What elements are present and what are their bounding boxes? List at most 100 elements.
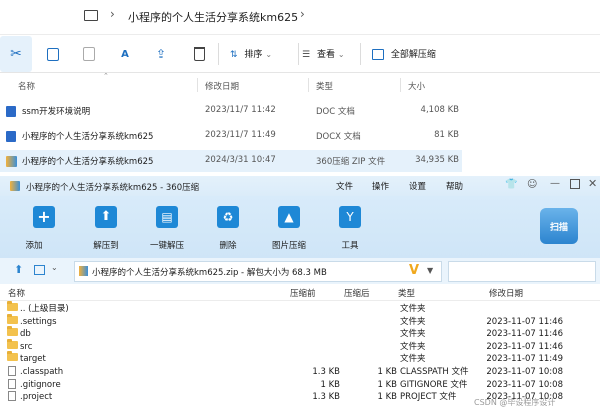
zip-column-type[interactable]: 类型 xyxy=(398,287,415,299)
zip-cell-type: 文件夹 xyxy=(400,329,426,340)
feedback-icon[interactable]: ☺ xyxy=(527,179,537,190)
image-compress-button[interactable]: ▲ 图片压缩 xyxy=(261,202,317,252)
zip-cell-name: db xyxy=(20,329,31,340)
zip-archive-icon xyxy=(6,156,17,167)
zip-list-row[interactable]: src 文件夹 2023-11-07 11:46 xyxy=(0,338,600,354)
tools-button[interactable]: Y 工具 xyxy=(322,202,378,252)
tools-icon: Y xyxy=(339,206,361,228)
view-button[interactable]: ☰ 查看 ⌄ xyxy=(302,47,345,60)
column-header-name[interactable]: 名称 xyxy=(18,80,35,92)
file-row[interactable]: 小程序的个人生活分享系统km625 2023/11/7 11:49 DOCX 文… xyxy=(0,125,462,147)
zip-cell-after: 1 KB xyxy=(377,392,397,403)
zip-window-title: 小程序的个人生活分享系统km625 - 360压缩 xyxy=(26,183,200,193)
view-mode-icon[interactable] xyxy=(34,265,45,275)
menu-settings[interactable]: 设置 xyxy=(409,180,426,192)
zip-list-row[interactable]: .. (上级目录) 文件夹 xyxy=(0,301,600,316)
column-divider[interactable] xyxy=(400,78,401,92)
file-icon xyxy=(8,378,16,389)
archive-path-field[interactable]: 小程序的个人生活分享系统km625.zip - 解包大小为 68.3 MB V … xyxy=(74,261,442,282)
file-name: 小程序的个人生活分享系统km625 xyxy=(22,132,154,142)
sort-icon: ⇅ xyxy=(230,50,238,60)
rename-button[interactable]: A xyxy=(112,42,138,66)
extract-to-button[interactable]: ⬆ 解压到 xyxy=(78,202,134,252)
breadcrumb-folder[interactable]: 小程序的个人生活分享系统km625 xyxy=(128,9,298,25)
zip-column-before[interactable]: 压缩前 xyxy=(290,287,316,299)
skin-icon[interactable]: 👕 xyxy=(505,179,517,190)
folder-icon xyxy=(7,313,18,324)
menu-help[interactable]: 帮助 xyxy=(446,180,463,192)
scan-button[interactable]: 扫描 xyxy=(540,208,578,244)
file-explorer-window: › 小程序的个人生活分享系统km625 › ✂ A ⇪ ⇅ 排序 ⌄ ☰ 查看 … xyxy=(0,0,600,176)
zip-window: 小程序的个人生活分享系统km625 - 360压缩 文件 操作 设置 帮助 👕 … xyxy=(0,176,600,412)
chevron-down-icon: ⌄ xyxy=(265,50,273,59)
file-date: 2024/3/31 10:47 xyxy=(205,155,276,165)
delete-archive-button[interactable]: ♻ 删除 xyxy=(200,202,256,252)
zip-title-bar: 小程序的个人生活分享系统km625 - 360压缩 文件 操作 设置 帮助 👕 … xyxy=(0,176,600,196)
extract-all-button[interactable]: 全部解压缩 xyxy=(372,47,436,60)
sort-button[interactable]: ⇅ 排序 ⌄ xyxy=(230,47,272,60)
zip-cell-name: .. (上级目录) xyxy=(20,304,69,314)
one-click-extract-label: 一键解压 xyxy=(149,241,184,251)
maximize-icon[interactable] xyxy=(570,179,580,189)
extract-to-icon: ⬆ xyxy=(95,206,117,228)
menu-operate[interactable]: 操作 xyxy=(372,180,389,192)
file-type: DOCX 文档 xyxy=(316,132,361,142)
folder-icon xyxy=(7,301,18,311)
add-label: 添加 xyxy=(25,241,43,251)
column-header-size[interactable]: 大小 xyxy=(408,80,425,92)
file-row[interactable]: ssm开发环境说明 2023/11/7 11:42 DOC 文档 4,108 K… xyxy=(0,100,462,122)
zip-list-row[interactable]: .classpath 1.3 KB 1 KB CLASSPATH 文件 2023-11-… xyxy=(0,366,600,379)
breadcrumb-chevron-icon[interactable]: › xyxy=(110,7,115,21)
column-divider[interactable] xyxy=(308,78,309,92)
zip-cell-before: 1.3 KB xyxy=(312,367,340,377)
file-name: 小程序的个人生活分享系统km625 xyxy=(22,157,154,167)
zip-cell-name: .project xyxy=(20,392,53,403)
delete-button[interactable] xyxy=(186,42,212,66)
menu-file[interactable]: 文件 xyxy=(336,180,353,192)
file-type: 360压缩 ZIP 文件 xyxy=(316,157,386,167)
one-click-extract-button[interactable]: ▤ 一键解压 xyxy=(139,202,195,252)
folder-icon xyxy=(7,351,18,362)
breadcrumb-chevron-icon[interactable]: › xyxy=(300,7,305,21)
zip-list-row[interactable]: target 文件夹 2023-11-07 11:49 xyxy=(0,351,600,366)
zip-list-row[interactable]: .settings 文件夹 2023-11-07 11:46 xyxy=(0,313,600,329)
zip-cell-type: 文件夹 xyxy=(400,354,426,365)
close-icon[interactable]: ✕ xyxy=(588,177,597,190)
zip-cell-date: 2023-11-07 11:46 xyxy=(486,316,563,327)
zip-list-row[interactable]: .gitignore 1 KB 1 KB GITIGNORE 文件 2023-11-07… xyxy=(0,378,600,392)
zip-column-after[interactable]: 压缩后 xyxy=(344,287,370,299)
zip-cell-name: .settings xyxy=(20,316,57,327)
folder-icon xyxy=(7,326,18,337)
zip-column-modified[interactable]: 修改日期 xyxy=(489,287,523,299)
zip-cell-name: .classpath xyxy=(20,367,64,377)
monitor-icon[interactable] xyxy=(84,10,98,21)
file-row-selected[interactable]: 小程序的个人生活分享系统km625 2024/3/31 10:47 360压缩 … xyxy=(0,150,462,172)
path-dropdown-icon[interactable]: ▼ xyxy=(427,266,433,275)
command-bar: ✂ A ⇪ xyxy=(0,36,600,73)
column-divider[interactable] xyxy=(197,78,198,92)
view-label: 查看 xyxy=(316,50,335,60)
zip-column-name[interactable]: 名称 xyxy=(8,287,25,299)
file-name: ssm开发环境说明 xyxy=(22,107,91,117)
search-field[interactable] xyxy=(448,261,596,282)
copy-button[interactable] xyxy=(40,42,66,66)
paste-button[interactable] xyxy=(76,42,102,66)
view-mode-chevron-icon[interactable]: ⌄ xyxy=(51,263,58,272)
cut-button[interactable]: ✂ xyxy=(0,36,32,72)
zip-cell-name: .gitignore xyxy=(20,379,61,390)
vip-icon[interactable]: V xyxy=(409,263,419,278)
column-header-type[interactable]: 类型 xyxy=(316,80,333,92)
file-date: 2023/11/7 11:42 xyxy=(205,105,276,115)
add-button[interactable]: + 添加 xyxy=(16,202,72,252)
folder-icon xyxy=(7,338,18,349)
extract-to-label: 解压到 xyxy=(93,241,119,251)
file-type: DOC 文档 xyxy=(316,107,355,117)
up-arrow-icon[interactable]: ⬆ xyxy=(14,263,23,276)
share-button[interactable]: ⇪ xyxy=(148,42,174,66)
column-header-modified[interactable]: 修改日期 xyxy=(205,80,239,92)
toolbar-separator xyxy=(218,43,219,65)
zip-cell-type: GITIGNORE 文件 xyxy=(400,379,468,390)
zip-list-row[interactable]: db 文件夹 2023-11-07 11:46 xyxy=(0,326,600,341)
zip-cell-date: 2023-11-07 11:49 xyxy=(486,354,563,365)
minimize-icon[interactable]: — xyxy=(550,178,560,189)
